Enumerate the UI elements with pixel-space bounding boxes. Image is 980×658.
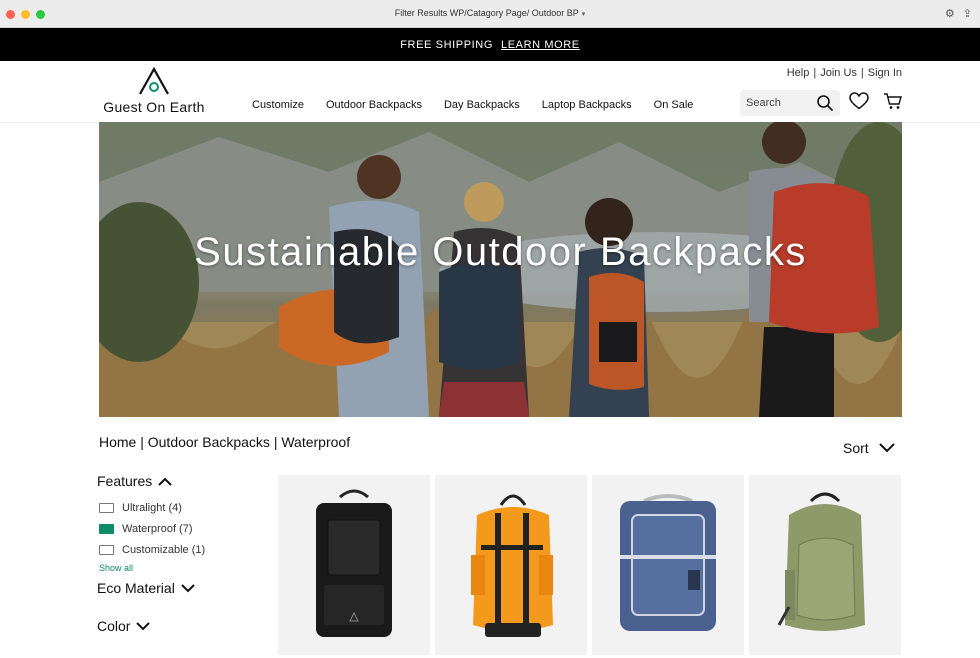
sign-in-link[interactable]: Sign In [868, 67, 902, 79]
nav-customize[interactable]: Customize [252, 99, 304, 111]
gear-icon[interactable]: ⚙ [945, 7, 955, 20]
color-filter-header[interactable]: Color [97, 618, 267, 634]
nav-laptop-backpacks[interactable]: Laptop Backpacks [542, 99, 632, 111]
share-icon[interactable]: ⇪ [963, 7, 972, 20]
separator: | [813, 67, 817, 79]
checkbox[interactable] [99, 502, 114, 513]
chevron-up-icon [158, 477, 172, 486]
show-all-link[interactable]: Show all [99, 563, 267, 573]
black-backpack-image [316, 489, 392, 637]
cart-icon[interactable] [883, 92, 903, 110]
product-card-green-backpack[interactable] [749, 475, 901, 655]
sort-label: Sort [843, 440, 869, 456]
help-link[interactable]: Help [787, 67, 810, 79]
utility-links: Help | Join Us | Sign In [787, 67, 902, 79]
promo-bar: FREE SHIPPING LEARN MORE [0, 28, 980, 61]
promo-text: FREE SHIPPING [400, 38, 493, 51]
filter-option-ultralight[interactable]: Ultralight (4) [99, 497, 267, 518]
blue-backpack-image [620, 494, 716, 631]
filter-option-label: Ultralight (4) [122, 501, 182, 514]
join-us-link[interactable]: Join Us [820, 67, 857, 79]
orange-backpack-image [471, 494, 553, 637]
window-titlebar: Filter Results WP/Catagory Page/ Outdoor… [0, 0, 980, 28]
search-input[interactable] [746, 97, 808, 109]
chevron-down-icon [878, 443, 895, 453]
eco-material-filter-header[interactable]: Eco Material [97, 580, 267, 596]
sort-dropdown[interactable]: Sort [843, 440, 895, 456]
mountain-logo-icon [139, 66, 169, 95]
separator: | [860, 67, 864, 79]
filter-option-customizable[interactable]: Customizable (1) [99, 539, 267, 560]
hero-banner: Sustainable Outdoor Backpacks [99, 122, 902, 417]
checkbox-checked[interactable] [99, 523, 114, 534]
window-title[interactable]: Filter Results WP/Catagory Page/ Outdoor… [0, 8, 980, 18]
product-grid [278, 475, 901, 655]
filter-option-label: Waterproof (7) [122, 522, 193, 535]
product-card-blue-backpack[interactable] [592, 475, 744, 655]
site-header: Guest On Earth Help | Join Us | Sign In … [0, 61, 980, 123]
main-nav: Customize Outdoor Backpacks Day Backpack… [252, 99, 693, 111]
green-backpack-image [777, 492, 865, 631]
features-title: Features [97, 473, 153, 489]
color-title: Color [97, 618, 131, 634]
filter-sidebar: Features Ultralight (4) Waterproof (7) C… [97, 473, 267, 634]
nav-on-sale[interactable]: On Sale [654, 99, 694, 111]
chevron-down-icon [136, 621, 151, 630]
filter-option-label: Customizable (1) [122, 543, 206, 556]
chevron-down-icon [181, 583, 195, 592]
filter-option-waterproof[interactable]: Waterproof (7) [99, 518, 267, 539]
breadcrumb[interactable]: Home | Outdoor Backpacks | Waterproof [99, 434, 350, 450]
eco-material-title: Eco Material [97, 580, 175, 596]
features-filter-header[interactable]: Features [97, 473, 267, 489]
search-box[interactable] [740, 90, 840, 116]
hero-title: Sustainable Outdoor Backpacks [194, 230, 807, 274]
wishlist-heart-icon[interactable] [849, 92, 869, 110]
brand-name: Guest On Earth [103, 99, 205, 115]
checkbox[interactable] [99, 544, 114, 555]
nav-day-backpacks[interactable]: Day Backpacks [444, 99, 520, 111]
product-card-orange-backpack[interactable] [435, 475, 587, 655]
brand-logo[interactable]: Guest On Earth [98, 66, 210, 115]
search-icon[interactable] [816, 94, 834, 112]
product-card-black-backpack[interactable] [278, 475, 430, 655]
learn-more-link[interactable]: LEARN MORE [501, 39, 580, 51]
nav-outdoor-backpacks[interactable]: Outdoor Backpacks [326, 99, 422, 111]
